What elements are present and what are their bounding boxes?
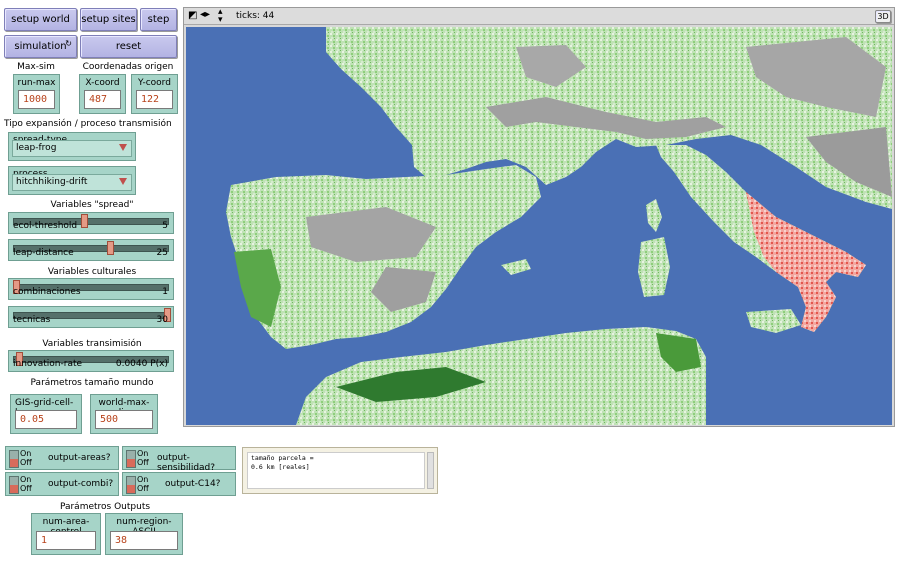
slider-name: innovation-rate [13, 359, 83, 369]
note-scrollbar[interactable] [427, 452, 434, 489]
parametros-mundo-label: Parámetros tamaño mundo [30, 378, 154, 388]
max-sim-label: Max-sim [17, 62, 55, 72]
slider-thumb[interactable] [81, 214, 88, 228]
run-max-monitor: run-max 1000 [13, 74, 60, 114]
dropdown-arrow-icon [119, 144, 127, 151]
innovation-rate-slider[interactable]: innovation-rate 0.0040 P(x) [8, 350, 174, 372]
leap-distance-slider[interactable]: leap-distance 25 [8, 239, 174, 261]
num-area-control-input[interactable]: num-area-control 1 [31, 513, 101, 555]
slider-value: 30 [156, 315, 168, 325]
slider-name: combinaciones [13, 287, 81, 297]
monitor-value: 487 [84, 90, 121, 109]
step-button[interactable]: step [140, 8, 177, 31]
forever-icon: ↻ [65, 39, 72, 48]
input-value[interactable]: 38 [110, 531, 178, 550]
switch-off-label: Off [137, 458, 149, 467]
switch-name: output-combi? [48, 479, 114, 489]
variables-transmision-label: Variables transimisión [42, 339, 142, 349]
variables-culturales-label: Variables culturales [47, 267, 137, 277]
slider-value: 1 [162, 287, 168, 297]
arrows-up-down-icon[interactable]: ▴ ▾ [218, 8, 223, 25]
note-line-1: tamaño parcela = [251, 454, 314, 462]
arrows-left-right-icon[interactable]: ◂▸ [200, 9, 210, 20]
input-value[interactable]: 0.05 [15, 410, 77, 429]
slider-name: tecnicas [13, 315, 51, 325]
switch-knob[interactable] [126, 476, 136, 494]
monitor-title: run-max [17, 78, 56, 88]
note-box: tamaño parcela = 0.6 km [reales] [242, 447, 438, 494]
view-toolbar: ◩ ◂▸ ▴ ▾ ticks: 44 3D [184, 8, 894, 25]
sardinia [638, 237, 670, 297]
input-value[interactable]: 1 [36, 531, 96, 550]
monitor-title: X-coord [85, 78, 120, 88]
chooser-value[interactable]: leap-frog [12, 140, 132, 157]
output-areas-switch[interactable]: On Off output-areas? [5, 446, 119, 470]
switch-knob[interactable] [9, 450, 19, 468]
switch-name: output-C14? [165, 479, 221, 489]
output-c14-switch[interactable]: On Off output-C14? [122, 472, 236, 496]
switch-name: output-sensibilidad? [157, 453, 216, 473]
setup-world-button[interactable]: setup world [4, 8, 77, 31]
switch-off-label: Off [20, 484, 32, 493]
switch-on-label: On [20, 449, 32, 458]
switch-off-label: Off [137, 484, 149, 493]
num-region-ascii-input[interactable]: num-region-ASCII 38 [105, 513, 183, 555]
variables-spread-label: Variables "spread" [50, 200, 134, 210]
monitor-title: Y-coord [138, 78, 171, 88]
parametros-outputs-label: Parámetros Outputs [59, 502, 151, 512]
switch-on-label: On [20, 475, 32, 484]
y-coord-monitor: Y-coord 122 [131, 74, 178, 114]
input-value[interactable]: 500 [95, 410, 153, 429]
tecnicas-slider[interactable]: tecnicas 30 [8, 306, 174, 328]
ticks-counter: ticks: 44 [236, 11, 275, 21]
ecol-threshold-slider[interactable]: ecol-threshold 5 [8, 212, 174, 234]
slider-value: 25 [156, 248, 168, 258]
slider-value: 5 [162, 221, 168, 231]
output-combi-switch[interactable]: On Off output-combi? [5, 472, 119, 496]
dropdown-arrow-icon [119, 178, 127, 185]
switch-on-label: On [137, 449, 149, 458]
reset-button[interactable]: reset [80, 35, 177, 58]
setup-sites-button[interactable]: setup sites [80, 8, 137, 31]
process-chooser[interactable]: process hitchhiking-drift [8, 166, 136, 195]
mediterranean-map[interactable] [186, 27, 892, 425]
simulation-label: simulation [14, 41, 67, 52]
simulation-button[interactable]: simulation ↻ [4, 35, 77, 58]
gis-grid-cell-km-input[interactable]: GIS-grid-cell-km 0.05 [10, 394, 82, 434]
monitor-value: 122 [136, 90, 173, 109]
spread-type-chooser[interactable]: spread-type leap-frog [8, 132, 136, 161]
switch-knob[interactable] [9, 476, 19, 494]
world-view: ◩ ◂▸ ▴ ▾ ticks: 44 3D [183, 7, 895, 427]
tipo-expansion-label: Tipo expansión / proceso transmisión [4, 119, 172, 129]
world-max-dim-input[interactable]: world-max-dim 500 [90, 394, 158, 434]
chooser-value[interactable]: hitchhiking-drift [12, 174, 132, 191]
switch-knob[interactable] [126, 450, 136, 468]
slider-thumb[interactable] [107, 241, 114, 255]
monitor-value: 1000 [18, 90, 55, 109]
switch-off-label: Off [20, 458, 32, 467]
output-sensibilidad-switch[interactable]: On Off output-sensibilidad? [122, 446, 236, 473]
3d-button[interactable]: 3D [875, 10, 891, 23]
slider-name: leap-distance [13, 248, 74, 258]
coordenadas-origen-label: Coordenadas origen [82, 62, 174, 72]
combinaciones-slider[interactable]: combinaciones 1 [8, 278, 174, 300]
resize-icon[interactable]: ◩ [188, 10, 197, 21]
slider-value: 0.0040 P(x) [115, 359, 168, 369]
slider-name: ecol-threshold [13, 221, 78, 231]
switch-on-label: On [137, 475, 149, 484]
note-line-2: 0.6 km [reales] [251, 463, 310, 471]
switch-name: output-areas? [48, 453, 111, 463]
x-coord-monitor: X-coord 487 [79, 74, 126, 114]
